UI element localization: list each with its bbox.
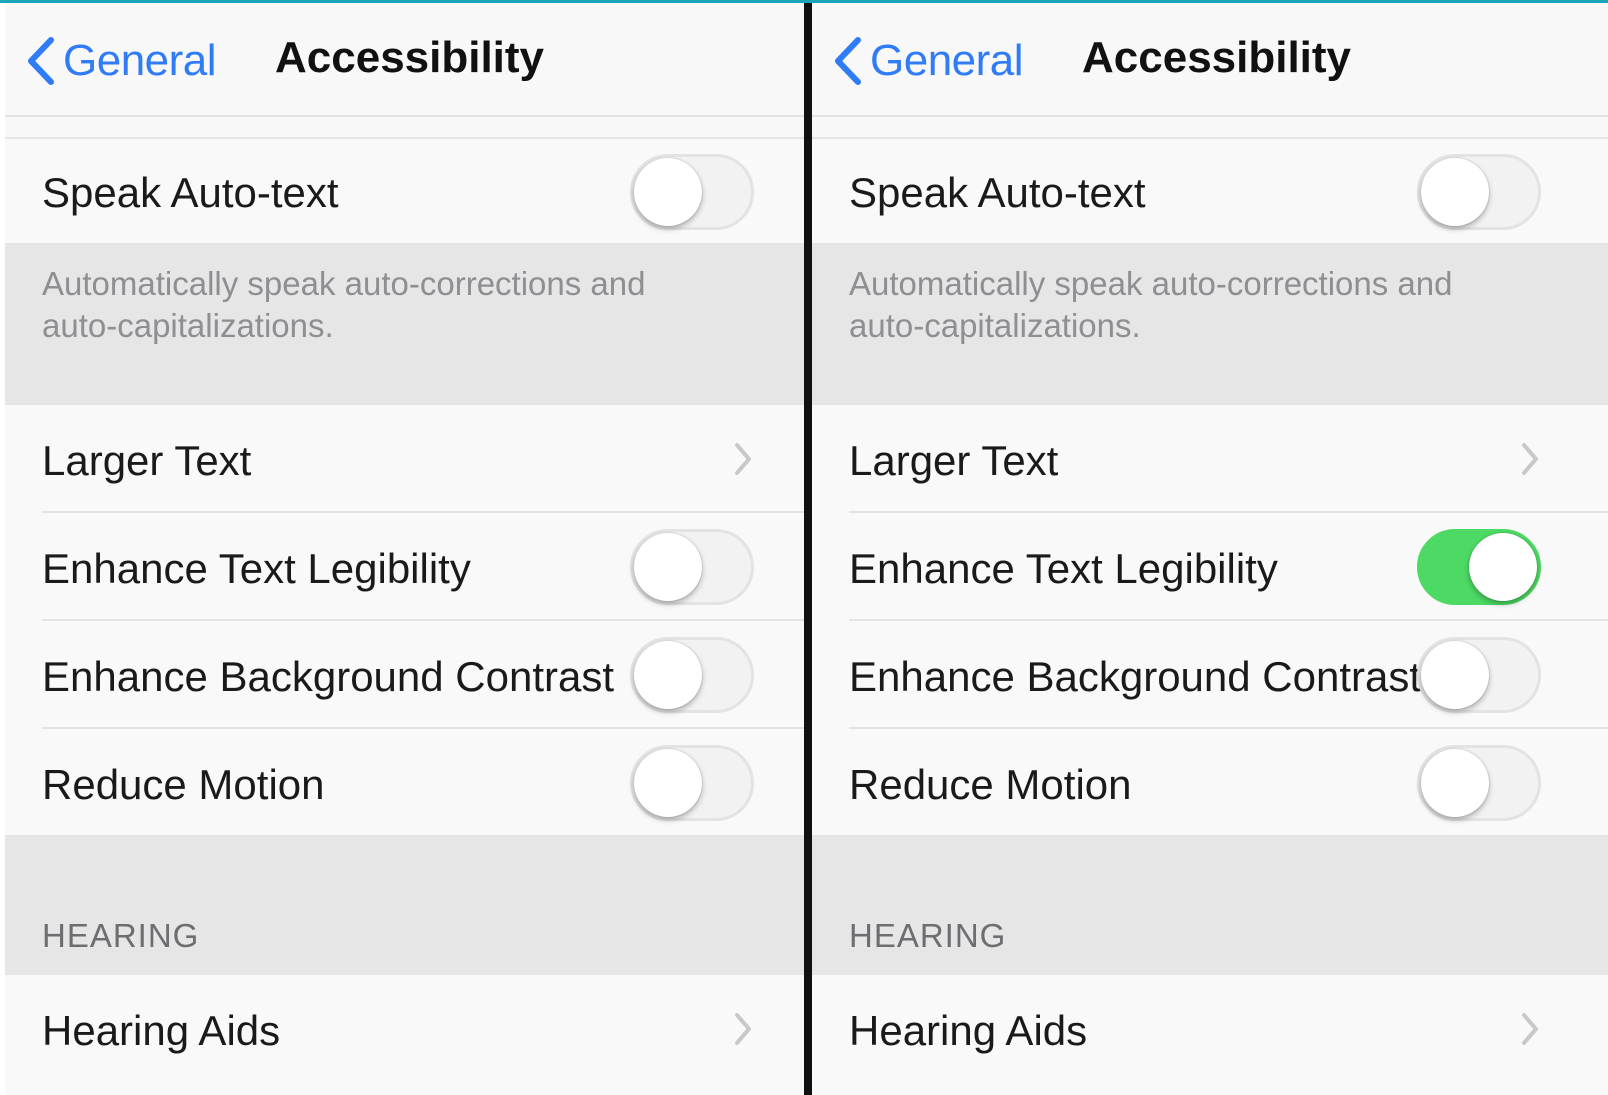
enhance-background-contrast-toggle[interactable] (630, 637, 754, 713)
reduce-motion-row: Reduce Motion (5, 729, 804, 835)
group-footer: Automatically speak auto-corrections and… (5, 243, 804, 405)
reduce-motion-toggle[interactable] (630, 745, 754, 821)
reduce-motion-label: Reduce Motion (42, 761, 325, 808)
speak-auto-text-row: Speak Auto-text (812, 137, 1608, 245)
hearing-section-header-bg: HEARING (812, 835, 1608, 975)
toggle-knob (1469, 533, 1537, 601)
panel-divider (804, 3, 812, 1095)
enhance-background-contrast-row: Enhance Background Contrast (5, 621, 804, 727)
page-title: Accessibility (275, 33, 545, 82)
toggle-knob (634, 749, 702, 817)
hearing-section-header-bg: HEARING (5, 835, 804, 975)
back-label: General (63, 36, 217, 85)
back-label: General (870, 36, 1024, 85)
toggle-knob (1421, 641, 1489, 709)
speak-auto-text-toggle[interactable] (630, 154, 754, 230)
toggle-knob (634, 158, 702, 226)
navigation-bar: General Accessibility (812, 3, 1608, 117)
enhance-background-contrast-label: Enhance Background Contrast (42, 653, 615, 700)
reduce-motion-label: Reduce Motion (849, 761, 1132, 808)
section-header-hearing: HEARING (42, 917, 200, 954)
back-button[interactable]: General (23, 31, 217, 91)
speak-auto-text-description: Automatically speak auto-corrections and… (42, 265, 646, 344)
enhance-text-legibility-label: Enhance Text Legibility (849, 545, 1278, 592)
enhance-text-legibility-toggle[interactable] (630, 529, 754, 605)
toggle-knob (1421, 749, 1489, 817)
chevron-right-icon (735, 1013, 751, 1045)
chevron-left-icon (835, 37, 861, 85)
speak-auto-text-description: Automatically speak auto-corrections and… (849, 265, 1453, 344)
enhance-text-legibility-toggle[interactable] (1417, 529, 1541, 605)
enhance-text-legibility-row: Enhance Text Legibility (5, 513, 804, 619)
hearing-aids-row[interactable]: Hearing Aids (5, 975, 804, 1095)
toggle-knob (634, 533, 702, 601)
chevron-right-icon (1522, 1013, 1538, 1045)
enhance-text-legibility-row: Enhance Text Legibility (812, 513, 1608, 619)
section-header-hearing: HEARING (849, 917, 1007, 954)
speak-auto-text-toggle[interactable] (1417, 154, 1541, 230)
enhance-background-contrast-toggle[interactable] (1417, 637, 1541, 713)
hearing-aids-row[interactable]: Hearing Aids (812, 975, 1608, 1095)
larger-text-label: Larger Text (42, 437, 252, 484)
larger-text-label: Larger Text (849, 437, 1059, 484)
settings-screen-right: General Accessibility Speak Auto-text Au… (812, 3, 1608, 1095)
group-footer: Automatically speak auto-corrections and… (812, 243, 1608, 405)
hearing-aids-label: Hearing Aids (849, 1007, 1088, 1054)
chevron-right-icon (735, 443, 751, 475)
navigation-bar: General Accessibility (5, 3, 804, 117)
back-button[interactable]: General (830, 31, 1024, 91)
speak-auto-text-row: Speak Auto-text (5, 137, 804, 245)
toggle-knob (1421, 158, 1489, 226)
enhance-background-contrast-label: Enhance Background Contrast (849, 653, 1422, 700)
enhance-text-legibility-label: Enhance Text Legibility (42, 545, 471, 592)
speak-auto-text-label: Speak Auto-text (849, 169, 1146, 216)
larger-text-row[interactable]: Larger Text (5, 405, 804, 513)
reduce-motion-toggle[interactable] (1417, 745, 1541, 821)
hearing-aids-label: Hearing Aids (42, 1007, 281, 1054)
speak-auto-text-label: Speak Auto-text (42, 169, 339, 216)
chevron-left-icon (28, 37, 54, 85)
larger-text-row[interactable]: Larger Text (812, 405, 1608, 513)
enhance-background-contrast-row: Enhance Background Contrast (812, 621, 1608, 727)
toggle-knob (634, 641, 702, 709)
reduce-motion-row: Reduce Motion (812, 729, 1608, 835)
settings-screen-left: General Accessibility Speak Auto-text Au… (5, 3, 804, 1095)
page-title: Accessibility (1082, 33, 1352, 82)
chevron-right-icon (1522, 443, 1538, 475)
